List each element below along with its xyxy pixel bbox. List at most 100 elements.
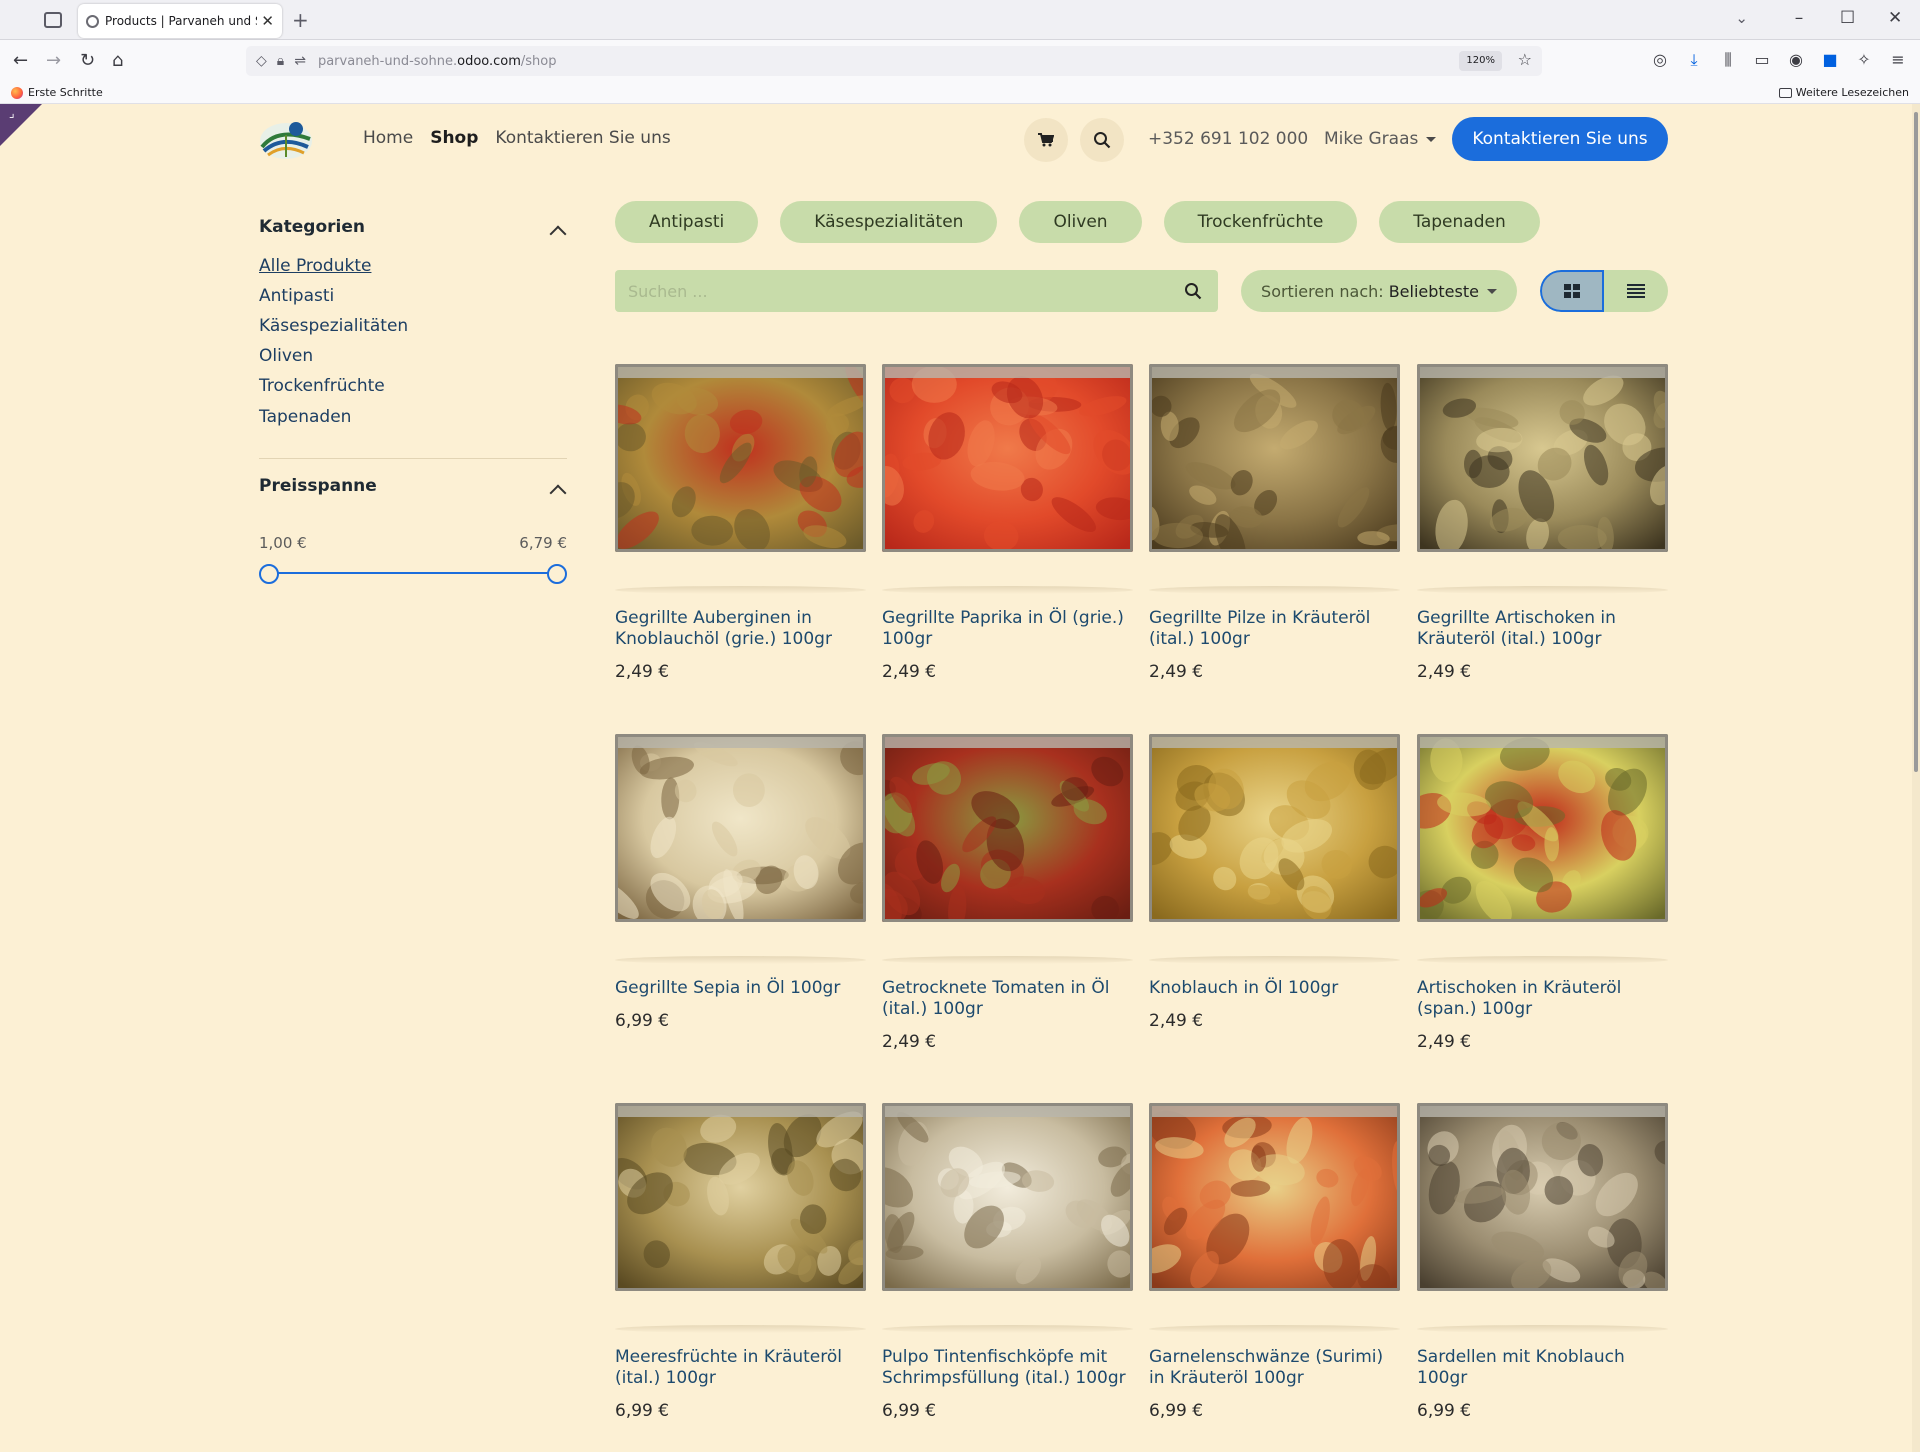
product-name[interactable]: Sardellen mit Knoblauch 100gr bbox=[1417, 1347, 1668, 1389]
extension-icon[interactable]: ■ bbox=[1822, 50, 1838, 70]
site-header: Home Shop Kontaktieren Sie uns +352 691 … bbox=[0, 104, 1920, 176]
price-range-heading[interactable]: Preisspanne bbox=[259, 476, 377, 496]
browser-tab[interactable]: Products | Parvaneh und Söhne ✕ bbox=[78, 4, 282, 38]
product-price: 2,49 € bbox=[1149, 1011, 1204, 1031]
price-slider-track[interactable] bbox=[269, 572, 557, 574]
product-name[interactable]: Gegrillte Artischoken in Kräuteröl (ital… bbox=[1417, 608, 1668, 650]
product-name[interactable]: Gegrillte Sepia in Öl 100gr bbox=[615, 978, 866, 999]
minimize-icon[interactable]: – bbox=[1792, 8, 1806, 28]
product-name[interactable]: Gegrillte Paprika in Öl (grie.) 100gr bbox=[882, 608, 1133, 650]
zoom-level[interactable]: 120% bbox=[1459, 51, 1502, 71]
product-name[interactable]: Knoblauch in Öl 100gr bbox=[1149, 978, 1400, 999]
product-image[interactable] bbox=[1417, 1103, 1668, 1291]
page-scrollbar[interactable] bbox=[1912, 104, 1920, 1452]
product-image[interactable] bbox=[1149, 364, 1400, 552]
category-trockenfruchte[interactable]: Trockenfrüchte bbox=[259, 376, 385, 396]
reload-icon[interactable]: ↻ bbox=[80, 50, 95, 71]
product-image[interactable] bbox=[1417, 364, 1668, 552]
product-image[interactable] bbox=[615, 734, 866, 922]
user-menu[interactable]: Mike Graas bbox=[1324, 129, 1437, 149]
category-tapenaden[interactable]: Tapenaden bbox=[259, 407, 351, 427]
close-window-icon[interactable]: ✕ bbox=[1888, 8, 1902, 28]
sidebar-icon[interactable]: ▭ bbox=[1754, 50, 1770, 70]
product-price: 2,49 € bbox=[1149, 662, 1204, 682]
product-name[interactable]: Meeresfrüchte in Kräuteröl (ital.) 100gr bbox=[615, 1347, 866, 1389]
product-image[interactable] bbox=[882, 1103, 1133, 1291]
cart-icon bbox=[1038, 133, 1054, 147]
category-oliven[interactable]: Oliven bbox=[259, 346, 313, 366]
product-image[interactable] bbox=[1149, 734, 1400, 922]
product-image[interactable] bbox=[615, 364, 866, 552]
bookmark-weitere-lesezeichen[interactable]: Weitere Lesezeichen bbox=[1778, 86, 1909, 99]
tab-favicon-icon bbox=[86, 14, 99, 28]
chip-kasespezialitaten[interactable]: Käsespezialitäten bbox=[780, 201, 998, 243]
product-image[interactable] bbox=[1149, 1103, 1400, 1291]
product-name[interactable]: Pulpo Tintenfischköpfe mit Schrimpsfüllu… bbox=[882, 1347, 1133, 1389]
product-image[interactable] bbox=[882, 734, 1133, 922]
contact-button[interactable]: Kontaktieren Sie uns bbox=[1452, 117, 1668, 161]
product-price: 6,99 € bbox=[615, 1401, 670, 1421]
library-icon[interactable]: ⫼ bbox=[1720, 50, 1736, 70]
list-view-button[interactable] bbox=[1604, 270, 1668, 312]
bookmark-star-icon[interactable]: ☆ bbox=[1518, 50, 1532, 69]
search-button[interactable] bbox=[1080, 118, 1124, 162]
home-icon[interactable]: ⌂ bbox=[112, 50, 123, 71]
account-icon[interactable]: ◉ bbox=[1788, 50, 1804, 70]
downloads-icon[interactable]: ⤓ bbox=[1686, 50, 1702, 70]
product-price: 2,49 € bbox=[1417, 662, 1472, 682]
price-slider-max-handle[interactable] bbox=[547, 564, 567, 584]
sort-dropdown[interactable]: Sortieren nach: Beliebteste bbox=[1241, 270, 1517, 312]
product-search-input[interactable]: Suchen ... bbox=[615, 270, 1218, 312]
chip-trockenfruchte[interactable]: Trockenfrüchte bbox=[1163, 201, 1358, 243]
permissions-icon[interactable]: ⇌ bbox=[294, 53, 306, 69]
url-bar[interactable]: ◇ 🔒︎ ⇌ parvaneh-und-sohne.odoo.com/shop … bbox=[246, 46, 1542, 76]
phone-number[interactable]: +352 691 102 000 bbox=[1148, 129, 1308, 149]
cart-button[interactable] bbox=[1024, 118, 1068, 162]
url-text[interactable]: parvaneh-und-sohne.odoo.com/shop bbox=[318, 54, 557, 69]
new-tab-icon[interactable]: + bbox=[292, 8, 309, 32]
browser-tabbar: Products | Parvaneh und Söhne ✕ + ⌄ – ☐ … bbox=[0, 0, 1920, 40]
product-image[interactable] bbox=[615, 1103, 866, 1291]
nav-shop[interactable]: Shop bbox=[430, 128, 478, 148]
product-name[interactable]: Gegrillte Auberginen in Knoblauchöl (gri… bbox=[615, 608, 866, 650]
site-logo[interactable] bbox=[258, 117, 314, 161]
card-shadow bbox=[615, 1325, 866, 1333]
lock-icon[interactable]: 🔒︎ bbox=[277, 53, 284, 69]
product-name[interactable]: Gegrillte Pilze in Kräuteröl (ital.) 100… bbox=[1149, 608, 1400, 650]
product-image[interactable] bbox=[882, 364, 1133, 552]
chip-tapenaden[interactable]: Tapenaden bbox=[1379, 201, 1540, 243]
chevron-up-icon[interactable] bbox=[549, 225, 567, 243]
search-icon[interactable] bbox=[1184, 282, 1202, 300]
list-icon bbox=[1627, 284, 1645, 298]
chip-oliven[interactable]: Oliven bbox=[1019, 201, 1142, 243]
categories-heading[interactable]: Kategorien bbox=[259, 217, 365, 237]
extensions-puzzle-icon[interactable]: ✧ bbox=[1856, 50, 1872, 70]
shield-icon[interactable]: ◇ bbox=[256, 53, 267, 69]
forward-icon[interactable]: → bbox=[46, 50, 61, 71]
scrollbar-thumb[interactable] bbox=[1914, 112, 1918, 772]
maximize-icon[interactable]: ☐ bbox=[1840, 8, 1855, 28]
category-antipasti[interactable]: Antipasti bbox=[259, 286, 334, 306]
tabs-list-chevron-icon[interactable]: ⌄ bbox=[1735, 9, 1748, 27]
product-image[interactable] bbox=[1417, 734, 1668, 922]
product-name[interactable]: Getrocknete Tomaten in Öl (ital.) 100gr bbox=[882, 978, 1133, 1020]
price-slider-min-handle[interactable] bbox=[259, 564, 279, 584]
nav-contact[interactable]: Kontaktieren Sie uns bbox=[495, 128, 670, 148]
product-price: 6,99 € bbox=[1149, 1401, 1204, 1421]
grid-view-button[interactable] bbox=[1540, 270, 1604, 312]
chip-antipasti[interactable]: Antipasti bbox=[615, 201, 759, 243]
category-alle-produkte[interactable]: Alle Produkte bbox=[259, 256, 371, 276]
pocket-icon[interactable]: ◎ bbox=[1652, 50, 1668, 70]
nav-home[interactable]: Home bbox=[363, 128, 413, 148]
back-icon[interactable]: ← bbox=[13, 50, 28, 71]
card-shadow bbox=[615, 586, 866, 594]
tab-overview-icon[interactable] bbox=[44, 12, 62, 28]
sidebar-divider bbox=[259, 458, 567, 459]
product-name[interactable]: Garnelenschwänze (Surimi) in Kräuteröl 1… bbox=[1149, 1347, 1400, 1389]
category-kasespezialitaten[interactable]: Käsespezialitäten bbox=[259, 316, 408, 336]
chevron-up-icon[interactable] bbox=[549, 484, 567, 502]
bookmark-erste-schritte[interactable]: Erste Schritte bbox=[11, 86, 103, 99]
menu-icon[interactable]: ≡ bbox=[1890, 50, 1906, 70]
tab-close-icon[interactable]: ✕ bbox=[261, 12, 274, 30]
product-name[interactable]: Artischoken in Kräuteröl (span.) 100gr bbox=[1417, 978, 1668, 1020]
